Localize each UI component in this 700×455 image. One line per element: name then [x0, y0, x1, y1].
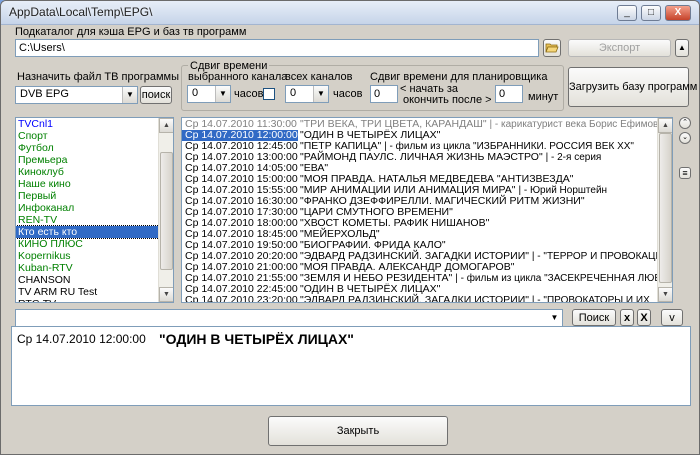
channel-shift-value: 0: [192, 87, 199, 99]
detail-datetime: Ср 14.07.2010 12:00:00: [17, 332, 146, 346]
maximize-button[interactable]: □: [641, 5, 661, 21]
folder-open-icon: [545, 43, 559, 53]
tv-file-search-button[interactable]: поиск: [140, 86, 172, 104]
epg-list[interactable]: Ср 14.07.2010 11:30:00 "ТРИ ВЕКА, ТРИ ЦВЕ…: [181, 117, 673, 303]
epg-list-scrollbar[interactable]: ▲ ▼: [657, 118, 672, 302]
all-shift-value: 0: [290, 87, 297, 99]
channel-item[interactable]: TV ARM RU Test: [16, 286, 173, 298]
channel-shift-hours-label: часов: [234, 88, 264, 100]
chevron-down-icon: ▼: [215, 86, 230, 102]
channel-item[interactable]: CHANSON: [16, 274, 173, 286]
tv-file-selected: DVB EPG: [20, 88, 69, 100]
channel-item[interactable]: Первый: [16, 190, 173, 202]
scheduler-end-label: окончить после >: [403, 94, 492, 106]
expand-down-icon[interactable]: ⌄: [679, 132, 691, 144]
chevron-down-icon: ▼: [313, 86, 328, 102]
channel-item[interactable]: Наше кино: [16, 178, 173, 190]
channel-item[interactable]: Kuban-RTV: [16, 262, 173, 274]
browse-folder-button[interactable]: [543, 39, 561, 57]
export-button[interactable]: Экспорт: [568, 39, 671, 57]
channel-item[interactable]: REN-TV: [16, 214, 173, 226]
tv-file-select[interactable]: DVB EPG ▼: [15, 86, 138, 104]
scheduler-minutes-label: минут: [528, 91, 559, 103]
channel-item[interactable]: Премьера: [16, 154, 173, 166]
expand-detail-button[interactable]: v: [661, 309, 683, 326]
detail-title: "ОДИН В ЧЕТЫРЁХ ЛИЦАХ": [159, 331, 354, 347]
channel-shift-select[interactable]: 0 ▼: [187, 85, 231, 103]
channel-item[interactable]: Инфоканал: [16, 202, 173, 214]
search-button[interactable]: Поиск: [572, 309, 616, 326]
load-database-button[interactable]: Загрузить базу программ: [568, 67, 697, 107]
scheduler-end-field[interactable]: 0: [495, 85, 523, 103]
channel-item[interactable]: Kopernikus: [16, 250, 173, 262]
options-icon[interactable]: ≡: [679, 167, 691, 179]
chevron-down-icon: ▼: [122, 87, 137, 103]
expand-up-icon[interactable]: ⌃: [679, 117, 691, 129]
scroll-thumb[interactable]: [160, 152, 173, 270]
window-title: AppData\Local\Temp\EPG\: [9, 5, 153, 19]
scroll-up-icon[interactable]: ▲: [159, 118, 173, 133]
close-button[interactable]: Закрыть: [268, 416, 448, 446]
scroll-thumb[interactable]: [659, 133, 672, 283]
scroll-down-icon[interactable]: ▼: [159, 287, 173, 302]
close-window-button[interactable]: X: [665, 5, 691, 21]
channel-item[interactable]: Киноклуб: [16, 166, 173, 178]
channel-item[interactable]: Спорт: [16, 130, 173, 142]
cache-path-field[interactable]: C:\Users\: [15, 39, 539, 57]
clear-all-button[interactable]: X: [637, 309, 651, 326]
channel-list-scrollbar[interactable]: ▲ ▼: [158, 118, 173, 302]
channel-list-items: TVCnl1 Спорт Футбол Премьера Киноклуб Наше ки…: [16, 118, 173, 302]
channel-item[interactable]: Футбол: [16, 142, 173, 154]
epg-description: | - "ТЕРРОР И ПРОВОКАЦИИ В: [531, 251, 673, 262]
epg-description: | - 2-я серия: [545, 152, 602, 163]
epg-description: | - фильм из цикла "ЗАСЕКРЕЧЕННАЯ ЛЮБОВЬ…: [455, 273, 673, 284]
scheduler-start-field[interactable]: 0: [370, 85, 398, 103]
channel-shift-checkbox[interactable]: [263, 88, 275, 100]
scheduler-label: Сдвиг времени для планировщика: [370, 71, 548, 83]
channel-list[interactable]: TVCnl1 Спорт Футбол Премьера Киноклуб Наше ки…: [15, 117, 174, 303]
epg-datetime: Ср 14.07.2010 23:20:00: [185, 294, 298, 303]
epg-window: AppData\Local\Temp\EPG\ _ □ X Подкаталог…: [0, 0, 700, 455]
all-shift-select[interactable]: 0 ▼: [285, 85, 329, 103]
channel-item[interactable]: Кто есть кто: [16, 225, 173, 239]
minimize-button[interactable]: _: [617, 5, 637, 21]
epg-title: "ЭДВАРД РАДЗИНСКИЙ. ЗАГАДКИ ИСТОРИИ": [300, 294, 529, 303]
all-channels-label: всех каналов: [285, 71, 353, 83]
channel-item[interactable]: RTG TV: [16, 298, 173, 302]
epg-title: "РАЙМОНД ПАУЛС. ЛИЧНАЯ ЖИЗНЬ МАЭСТРО": [300, 151, 543, 163]
program-detail: Ср 14.07.2010 12:00:00 "ОДИН В ЧЕТЫРЁХ Л…: [11, 326, 691, 406]
scroll-up-icon[interactable]: ▲: [658, 118, 672, 133]
title-bar[interactable]: AppData\Local\Temp\EPG\ _ □ X: [1, 1, 699, 25]
time-shift-title-2: выбранного канала: [188, 71, 288, 83]
epg-row[interactable]: Ср 14.07.2010 23:20:00 "ЭДВАРД РАДЗИНСКИЙ…: [182, 295, 672, 303]
search-combo[interactable]: ▼: [15, 309, 563, 327]
side-scroll-up-button[interactable]: ▲: [675, 39, 689, 57]
chevron-down-icon: ▼: [547, 310, 562, 326]
tv-file-label: Назначить файл ТВ программы: [17, 71, 180, 83]
scroll-down-icon[interactable]: ▼: [658, 287, 672, 302]
epg-description: | - "ПРОВОКАТОРЫ И ИХ: [531, 295, 650, 303]
cache-dir-label: Подкаталог для кэша EPG и баз тв програм…: [15, 26, 247, 38]
all-shift-hours-label: часов: [333, 88, 363, 100]
channel-item[interactable]: TVCnl1: [16, 118, 173, 130]
epg-list-items: Ср 14.07.2010 11:30:00 "ТРИ ВЕКА, ТРИ ЦВЕ…: [182, 118, 673, 303]
epg-description: | - карикатурист века Борис Ефимов: [489, 119, 659, 130]
clear-small-button[interactable]: x: [620, 309, 634, 326]
channel-item[interactable]: КИНО ПЛЮС: [16, 238, 173, 250]
